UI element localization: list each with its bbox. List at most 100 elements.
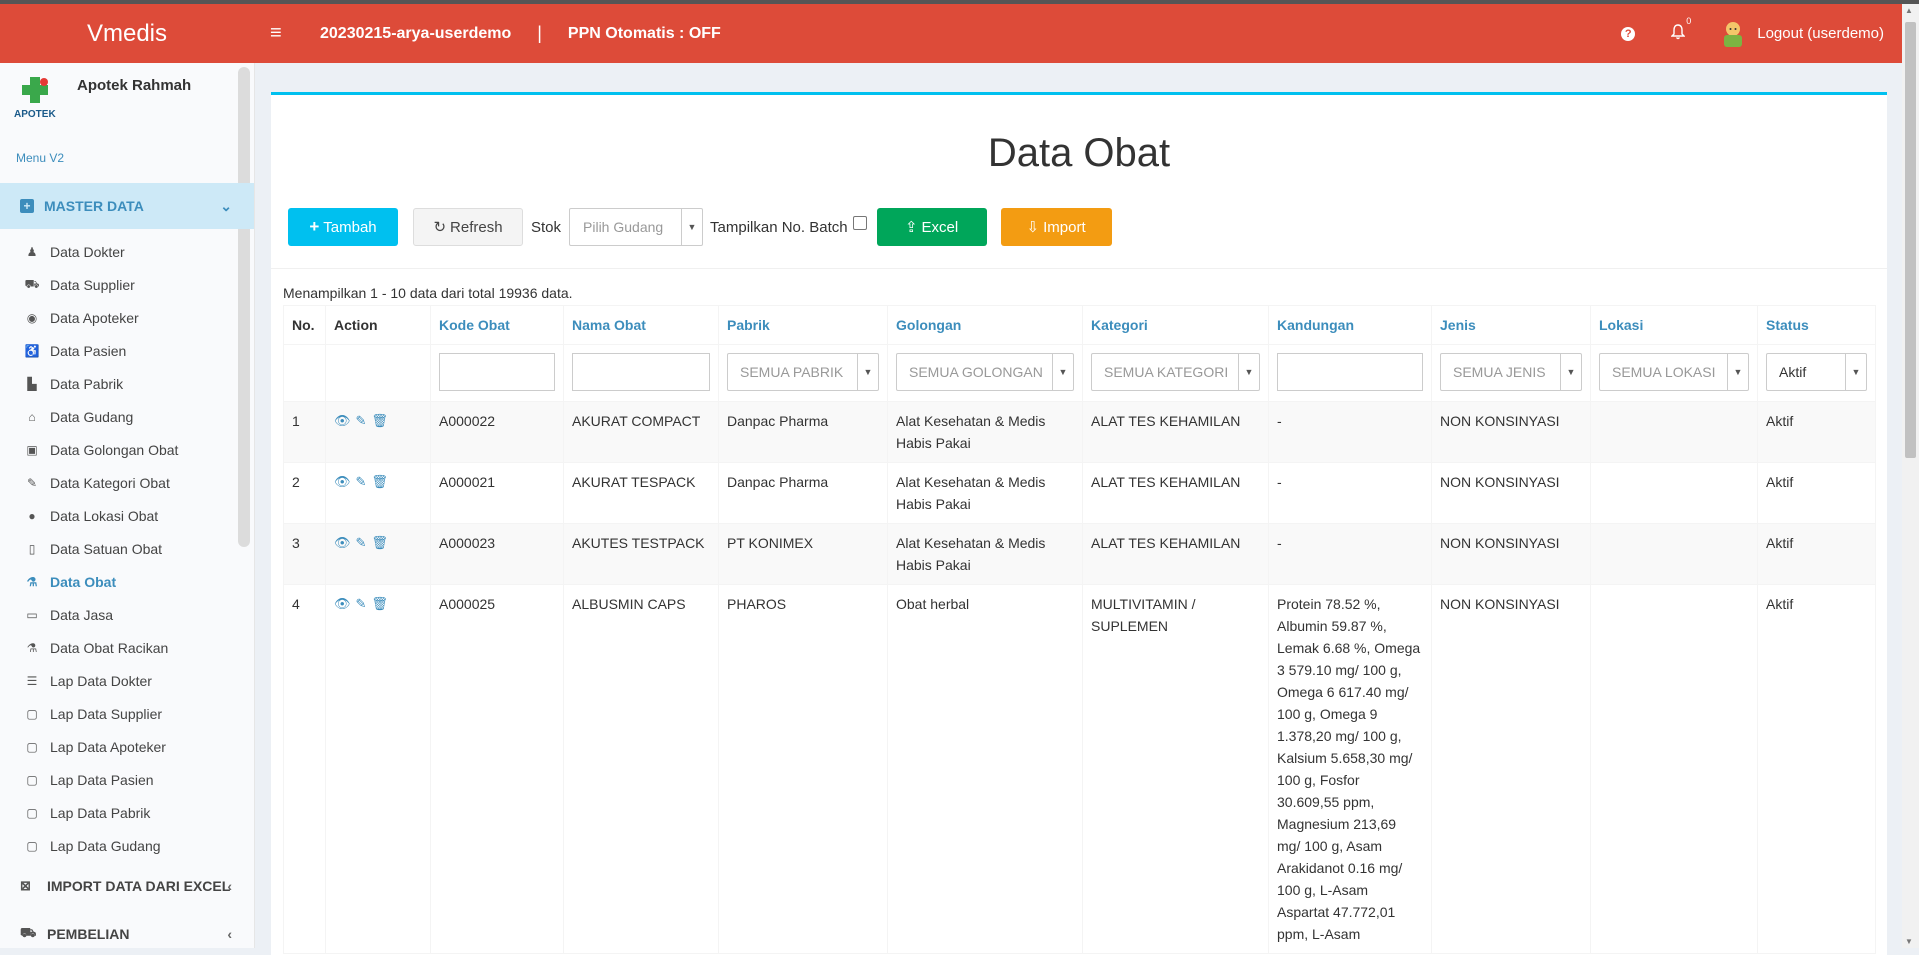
delete-icon[interactable]: 🗑 — [371, 410, 388, 432]
excel-button[interactable]: ⇪ Excel — [876, 208, 987, 246]
column-header[interactable]: Kode Obat — [430, 305, 564, 345]
refresh-label: Refresh — [450, 218, 503, 236]
brand-logo[interactable]: Vmedis — [0, 4, 254, 63]
sidebar-item-data-golongan-obat[interactable]: ▣ Data Golongan Obat — [0, 433, 254, 466]
sidebar-section-import-data-dari-excel[interactable]: ⊠ IMPORT DATA DARI EXCEL ‹ — [0, 862, 254, 910]
sidebar-section-master-data[interactable]: + MASTER DATA ⌄ — [0, 183, 254, 229]
edit-icon[interactable]: ✎ — [356, 410, 367, 432]
column-header[interactable]: Pabrik — [718, 305, 888, 345]
sidebar-item-lap-data-pasien[interactable]: ▢ Lap Data Pasien — [0, 763, 254, 796]
sidebar-item-data-satuan-obat[interactable]: ▯ Data Satuan Obat — [0, 532, 254, 565]
edit-icon[interactable]: ✎ — [356, 471, 367, 493]
column-header[interactable]: Nama Obat — [563, 305, 719, 345]
sidebar-item-data-dokter[interactable]: ♟ Data Dokter — [0, 235, 254, 268]
eyedropper-icon: ✎ — [26, 475, 38, 490]
kategori-filter-value: SEMUA KATEGORI — [1104, 364, 1229, 380]
help-icon[interactable]: ? — [1621, 26, 1636, 41]
sidebar-item-label: Data Pasien — [50, 342, 127, 359]
column-header[interactable]: Jenis — [1431, 305, 1591, 345]
scroll-up-arrow-icon[interactable]: ▲ — [1905, 6, 1913, 15]
sidebar-item-data-lokasi-obat[interactable]: ● Data Lokasi Obat — [0, 499, 254, 532]
batch-checkbox[interactable] — [852, 216, 867, 230]
ppn-status[interactable]: PPN Otomatis : OFF — [568, 25, 721, 43]
notification-bell[interactable]: 0 — [1670, 16, 1691, 43]
filter-cell-kandungan — [1268, 344, 1432, 402]
kode-obat-filter-input[interactable] — [439, 353, 555, 391]
chevron-left-icon: ‹ — [227, 878, 232, 894]
lokasi-filter-select[interactable]: SEMUA LOKASI ▼ — [1599, 353, 1749, 391]
import-button[interactable]: ⇩ Import — [1000, 208, 1112, 246]
gudang-select[interactable]: Pilih Gudang ▼ — [569, 208, 704, 246]
kandungan-filter-input[interactable] — [1277, 353, 1423, 391]
view-icon[interactable]: 👁 — [334, 471, 351, 493]
sidebar-item-data-pabrik[interactable]: ▙ Data Pabrik — [0, 367, 254, 400]
sidebar-section-pembelian[interactable]: ⛟ PEMBELIAN ‹ — [0, 910, 254, 948]
excel-file-icon: ⊠ — [20, 878, 31, 893]
sidebar-item-data-obat[interactable]: ⚗ Data Obat — [0, 565, 254, 598]
sidebar-item-lap-data-apoteker[interactable]: ▢ Lap Data Apoteker — [0, 730, 254, 763]
sidebar-item-lap-data-dokter[interactable]: ☰ Lap Data Dokter — [0, 664, 254, 697]
sidebar-item-lap-data-gudang[interactable]: ▢ Lap Data Gudang — [0, 829, 254, 862]
delete-icon[interactable]: 🗑 — [371, 471, 388, 493]
edit-icon[interactable]: ✎ — [356, 593, 367, 615]
plus-icon: + — [309, 217, 320, 236]
gudang-placeholder: Pilih Gudang — [583, 219, 664, 235]
table-row: 1 👁 ✎ 🗑 A000022 AKURAT COMPACT Danpac Pharma Al… — [283, 401, 1876, 463]
sidebar-item-label: Data Jasa — [50, 606, 114, 623]
column-header[interactable]: Kandungan — [1268, 305, 1432, 345]
cell-kode: A000022 — [430, 401, 564, 463]
column-header[interactable]: Status — [1757, 305, 1876, 345]
scrollbar-thumb[interactable] — [1905, 22, 1916, 458]
sidebar-item-label: Data Apoteker — [50, 309, 139, 326]
cell-no: 3 — [283, 523, 326, 585]
delete-icon[interactable]: 🗑 — [371, 532, 388, 554]
menu-version-link[interactable]: Menu V2 — [0, 143, 254, 183]
logout-link[interactable]: Logout (userdemo) — [1757, 25, 1884, 42]
tambah-button[interactable]: + Tambah — [288, 208, 398, 246]
nama-obat-filter-input[interactable] — [572, 353, 710, 391]
filter-row: SEMUA PABRIK ▼ SEMUA GOLONGAN ▼ SEMUA KATE… — [283, 344, 1876, 402]
notification-count-badge: 0 — [1686, 16, 1692, 26]
sidebar-item-label: Lap Data Gudang — [50, 837, 161, 854]
pdf-file-icon: ▢ — [26, 772, 38, 787]
column-header[interactable]: Lokasi — [1590, 305, 1758, 345]
scroll-down-arrow-icon[interactable]: ▼ — [1905, 937, 1913, 946]
status-filter-select[interactable]: Aktif ▼ — [1766, 353, 1867, 391]
view-icon[interactable]: 👁 — [334, 593, 351, 615]
column-header[interactable]: Golongan — [887, 305, 1083, 345]
cell-kode: A000023 — [430, 523, 564, 585]
sidebar-item-data-obat-racikan[interactable]: ⚗ Data Obat Racikan — [0, 631, 254, 664]
sidebar-item-data-jasa[interactable]: ▭ Data Jasa — [0, 598, 254, 631]
pabrik-filter-select[interactable]: SEMUA PABRIK ▼ — [727, 353, 879, 391]
filter-cell-no — [283, 344, 326, 402]
sidebar-item-lap-data-supplier[interactable]: ▢ Lap Data Supplier — [0, 697, 254, 730]
view-icon[interactable]: 👁 — [334, 410, 351, 432]
kategori-filter-select[interactable]: SEMUA KATEGORI ▼ — [1091, 353, 1260, 391]
golongan-filter-select[interactable]: SEMUA GOLONGAN ▼ — [896, 353, 1074, 391]
sidebar-item-lap-data-pabrik[interactable]: ▢ Lap Data Pabrik — [0, 796, 254, 829]
hamburger-menu-icon[interactable]: ≡ — [270, 22, 292, 45]
action-cell: 👁 ✎ 🗑 — [325, 584, 431, 954]
column-header: Action — [325, 305, 431, 345]
sidebar-item-data-kategori-obat[interactable]: ✎ Data Kategori Obat — [0, 466, 254, 499]
view-icon[interactable]: 👁 — [334, 532, 351, 554]
cell-jenis: NON KONSINYASI — [1431, 462, 1591, 524]
lokasi-filter-value: SEMUA LOKASI — [1612, 364, 1716, 380]
sidebar-item-data-pasien[interactable]: ♿ Data Pasien — [0, 334, 254, 367]
sidebar-item-data-apoteker[interactable]: ◉ Data Apoteker — [0, 301, 254, 334]
page-scrollbar[interactable]: ▲ ▼ — [1902, 4, 1919, 948]
refresh-button[interactable]: ↻ Refresh — [413, 208, 523, 246]
filter-cell-kode — [430, 344, 564, 402]
sidebar-item-data-gudang[interactable]: ⌂ Data Gudang — [0, 400, 254, 433]
pagination-summary: Menampilkan 1 - 10 data dari total 19936… — [283, 285, 573, 301]
column-header[interactable]: Kategori — [1082, 305, 1269, 345]
filter-cell-status: Aktif ▼ — [1757, 344, 1876, 402]
jenis-filter-select[interactable]: SEMUA JENIS ▼ — [1440, 353, 1582, 391]
table-row: 4 👁 ✎ 🗑 A000025 ALBUSMIN CAPS PHAROS Obat herba… — [283, 584, 1876, 954]
cell-status: Aktif — [1757, 523, 1876, 585]
stok-label: Stok — [531, 218, 562, 236]
filter-cell-kategori: SEMUA KATEGORI ▼ — [1082, 344, 1269, 402]
sidebar-item-data-supplier[interactable]: ⛟ Data Supplier — [0, 268, 254, 301]
delete-icon[interactable]: 🗑 — [371, 593, 388, 615]
edit-icon[interactable]: ✎ — [356, 532, 367, 554]
